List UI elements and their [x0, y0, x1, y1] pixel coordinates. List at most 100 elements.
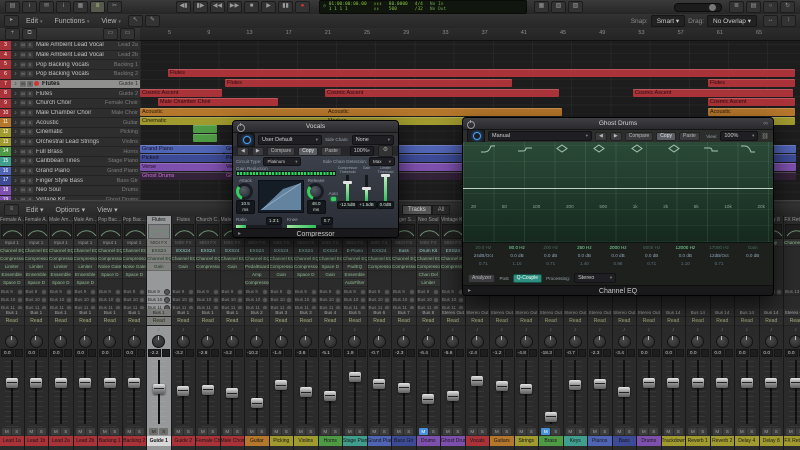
- strip-output-slot[interactable]: Bus 1: [171, 309, 195, 317]
- strip-channel-name[interactable]: Delay 4: [735, 436, 759, 446]
- strip-send-slot[interactable]: Bus 10: [392, 296, 416, 304]
- track-mute-button[interactable]: M: [20, 119, 26, 126]
- fader-cap[interactable]: [324, 390, 337, 401]
- fader-cap[interactable]: [348, 371, 361, 382]
- strip-mute-button[interactable]: M: [51, 428, 61, 435]
- strip-mute-button[interactable]: M: [712, 428, 722, 435]
- volume-value[interactable]: 0.0: [74, 349, 87, 357]
- strip-solo-button[interactable]: S: [624, 428, 634, 435]
- mixer-channel-strip[interactable]: Female A… Input 1Channel EQCompressorLimi…: [0, 216, 25, 450]
- strip-midi-fx-slot[interactable]: MIDI FX: [441, 239, 465, 247]
- strip-channel-name[interactable]: Lead 2a: [49, 436, 73, 446]
- strip-automation-mode[interactable]: Read: [465, 317, 489, 326]
- strip-mute-button[interactable]: M: [443, 428, 453, 435]
- strip-automation-mode[interactable]: Read: [147, 317, 171, 326]
- volume-value[interactable]: -4.2: [221, 349, 234, 357]
- eq-band-q[interactable]: 1.10: [669, 260, 702, 268]
- arrange-region[interactable]: [193, 134, 217, 142]
- track-header-row[interactable]: 3 ♪ M S Male Ambient Lead Vocal Lead 2a: [0, 41, 140, 51]
- comp-slider-track[interactable]: [381, 174, 390, 201]
- strip-insert-slot[interactable]: PedalBoard: [245, 263, 269, 271]
- mixer-channel-strip[interactable]: Church C… MIDI FXEXS24Channel EQCompresso…: [196, 216, 221, 450]
- fader-cap[interactable]: [54, 377, 67, 388]
- strip-insert-slot[interactable]: Limiter: [49, 263, 73, 271]
- lcd-time[interactable]: 01:00:00:00.00 1 1 1 1: [329, 2, 367, 13]
- track-solo-button[interactable]: S: [27, 177, 33, 184]
- strip-send-slot[interactable]: Bus 10: [416, 296, 440, 304]
- send-knob[interactable]: [114, 288, 121, 295]
- send-knob[interactable]: [286, 296, 292, 303]
- eq-curve[interactable]: [463, 188, 773, 189]
- strip-fader[interactable]: [367, 357, 391, 427]
- pan-knob[interactable]: [397, 335, 411, 348]
- strip-insert-slot[interactable]: Amp: [245, 271, 269, 279]
- comp-release-knob[interactable]: [306, 183, 324, 200]
- track-header-row[interactable]: 14 ♪ M S Full Brass Horns: [0, 147, 140, 157]
- track-solo-button[interactable]: S: [27, 138, 33, 145]
- strip-channel-name[interactable]: Ghost Drums: [441, 436, 465, 446]
- strip-eq-thumbnail[interactable]: [123, 224, 145, 239]
- pan-knob[interactable]: [103, 335, 117, 348]
- strip-eq-thumbnail[interactable]: [197, 224, 219, 239]
- send-knob[interactable]: [408, 296, 415, 303]
- comp-window-titlebar[interactable]: Vocals: [233, 121, 398, 133]
- comp-slider-cap[interactable]: [362, 187, 371, 191]
- strip-send-slot[interactable]: Bus 10: [220, 296, 244, 304]
- send-knob[interactable]: [237, 288, 243, 295]
- strip-mute-button[interactable]: M: [590, 428, 600, 435]
- record-icon[interactable]: ●: [295, 1, 310, 13]
- pan-knob[interactable]: [666, 335, 680, 348]
- strip-midi-fx-slot[interactable]: MIDI FX: [220, 239, 244, 247]
- strip-solo-button[interactable]: S: [281, 428, 291, 435]
- send-knob[interactable]: [776, 288, 782, 295]
- strip-solo-button[interactable]: S: [85, 428, 95, 435]
- comp-sidechain-select[interactable]: None ▾: [351, 134, 394, 145]
- strip-insert-slot[interactable]: Channel EQ: [147, 255, 171, 263]
- send-knob[interactable]: [335, 288, 341, 295]
- pan-knob[interactable]: [29, 335, 43, 348]
- strip-insert-slot[interactable]: Compressor: [416, 263, 440, 271]
- strip-instrument-slot[interactable]: EXS24: [245, 247, 269, 255]
- track-solo-button[interactable]: S: [27, 90, 33, 97]
- lcd-mode-icon[interactable]: ◔: [323, 4, 326, 10]
- strip-fader[interactable]: [24, 357, 48, 427]
- strip-solo-button[interactable]: S: [600, 428, 610, 435]
- arrange-region[interactable]: Cosmic Ascent: [140, 89, 222, 97]
- pan-knob[interactable]: [764, 335, 778, 348]
- send-knob[interactable]: [310, 288, 317, 295]
- strip-fader[interactable]: [465, 357, 489, 427]
- track-solo-button[interactable]: S: [27, 51, 33, 58]
- mixer-channel-strip[interactable]: Flutes MIDI FX EXS24 Channel EQ Gain Bus 9 Bus…: [171, 216, 196, 450]
- strip-send-slot[interactable]: Bus 10: [24, 296, 48, 304]
- strip-insert-slot[interactable]: Space D: [98, 271, 122, 279]
- strip-fader[interactable]: [98, 357, 122, 427]
- strip-fader[interactable]: [490, 357, 514, 427]
- replace-icon[interactable]: ▨: [568, 1, 583, 13]
- comp-slider-limiter-threshold[interactable]: Limiter Threshold 0.0dB: [376, 166, 395, 228]
- strip-fader[interactable]: [220, 357, 244, 427]
- strip-mute-button[interactable]: M: [614, 428, 624, 435]
- eq-processing-select[interactable]: Stereo ▾: [574, 273, 617, 283]
- strip-insert-slot[interactable]: AutoFilter: [343, 279, 367, 287]
- strip-automation-mode[interactable]: Read: [122, 317, 146, 326]
- add-track-button[interactable]: +: [5, 28, 20, 40]
- pan-knob[interactable]: [372, 335, 386, 348]
- strip-insert-slot[interactable]: Compressor: [245, 279, 269, 287]
- strip-eq-thumbnail[interactable]: [74, 224, 96, 239]
- fader-cap[interactable]: [128, 377, 141, 388]
- pan-knob[interactable]: [593, 335, 607, 348]
- track-header-row[interactable]: 7 ♪ M S Flutes Guide 1: [0, 79, 140, 90]
- go-to-end-icon[interactable]: ▮▶: [193, 1, 208, 13]
- strip-insert-slot[interactable]: Channel EQ: [49, 247, 73, 255]
- send-knob[interactable]: [310, 296, 317, 303]
- tracks-panel-icon[interactable]: ▸: [4, 15, 19, 27]
- eq-analyzer-mode[interactable]: Post: [499, 276, 508, 281]
- strip-midi-fx-slot[interactable]: MIDI FX: [392, 239, 416, 247]
- strip-automation-mode[interactable]: Read: [343, 317, 367, 326]
- strip-mute-button[interactable]: M: [247, 428, 257, 435]
- track-solo-button[interactable]: S: [27, 187, 33, 194]
- pan-knob[interactable]: [568, 335, 582, 348]
- lowpass-icon[interactable]: [740, 140, 756, 158]
- strip-channel-name[interactable]: Drums: [416, 436, 440, 446]
- strip-channel-name[interactable]: Guitar: [245, 436, 269, 446]
